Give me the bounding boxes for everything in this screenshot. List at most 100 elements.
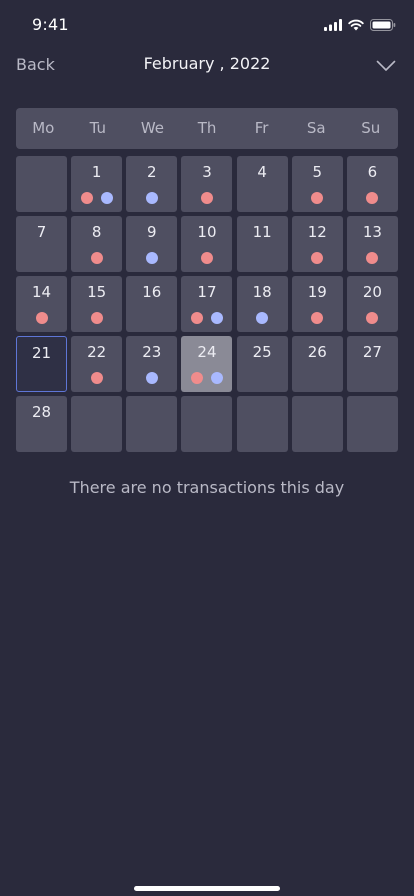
- transaction-indicators: [292, 192, 343, 204]
- calendar-day-21[interactable]: 21: [16, 336, 67, 392]
- transaction-indicators: [237, 312, 288, 324]
- calendar-day-20[interactable]: 20: [346, 276, 398, 332]
- income-dot: [210, 312, 223, 324]
- expense-dot: [200, 252, 213, 264]
- expense-dot: [366, 252, 379, 264]
- income-dot: [100, 192, 113, 204]
- calendar-day-17[interactable]: 17: [181, 276, 233, 332]
- weekday-header: Mo Tu We Th Fr Sa Su: [16, 108, 398, 149]
- calendar-day-12[interactable]: 12: [291, 216, 343, 272]
- calendar-day-28[interactable]: 28: [16, 396, 67, 452]
- calendar-day-25[interactable]: 25: [236, 336, 288, 392]
- battery-icon: [370, 16, 396, 35]
- day-number: 28: [31, 403, 52, 421]
- weekday-label: We: [140, 119, 165, 137]
- calendar-day-empty: [181, 396, 233, 452]
- day-number: 22: [87, 343, 107, 361]
- calendar-day-24[interactable]: 24: [181, 336, 233, 392]
- calendar-day-10[interactable]: 10: [181, 216, 233, 272]
- expense-dot: [311, 192, 324, 204]
- calendar-day-15[interactable]: 15: [71, 276, 123, 332]
- day-number: 9: [147, 223, 157, 241]
- weekday-label: Mo: [32, 119, 55, 137]
- calendar-day-3[interactable]: 3: [181, 156, 233, 212]
- transaction-indicators: [181, 372, 232, 384]
- calendar-day-11[interactable]: 11: [236, 216, 288, 272]
- transaction-indicators: [126, 192, 177, 204]
- transaction-indicators: [292, 312, 343, 324]
- calendar-day-23[interactable]: 23: [126, 336, 178, 392]
- calendar-day-5[interactable]: 5: [291, 156, 343, 212]
- day-number: 16: [142, 283, 162, 301]
- weekday-label: Th: [197, 119, 217, 137]
- calendar-day-4[interactable]: 4: [236, 156, 288, 212]
- calendar-day-empty: [71, 396, 123, 452]
- expense-dot: [200, 192, 213, 204]
- transaction-indicators: [181, 192, 232, 204]
- income-dot: [145, 192, 158, 204]
- calendar-day-18[interactable]: 18: [236, 276, 288, 332]
- day-number: 11: [252, 223, 272, 241]
- transaction-indicators: [347, 252, 398, 264]
- wifi-icon: [348, 16, 364, 35]
- calendar-day-14[interactable]: 14: [16, 276, 67, 332]
- expense-dot: [190, 372, 203, 384]
- calendar-day-16[interactable]: 16: [126, 276, 178, 332]
- income-dot: [145, 252, 158, 264]
- calendar-day-13[interactable]: 13: [346, 216, 398, 272]
- day-number: 25: [252, 343, 272, 361]
- month-title[interactable]: February , 2022: [144, 54, 271, 73]
- calendar-day-2[interactable]: 2: [126, 156, 178, 212]
- expense-dot: [311, 252, 324, 264]
- calendar-day-empty: [236, 396, 288, 452]
- calendar-day-7[interactable]: 7: [16, 216, 67, 272]
- transaction-indicators: [347, 192, 398, 204]
- calendar-day-9[interactable]: 9: [126, 216, 178, 272]
- calendar-day-1[interactable]: 1: [71, 156, 123, 212]
- home-indicator[interactable]: [134, 886, 280, 891]
- weekday-label: Sa: [306, 119, 326, 137]
- back-button[interactable]: Back: [16, 55, 55, 74]
- day-number: 20: [362, 283, 382, 301]
- day-number: 12: [307, 223, 327, 241]
- expense-dot: [190, 312, 203, 324]
- transaction-indicators: [126, 252, 177, 264]
- calendar-day-27[interactable]: 27: [346, 336, 398, 392]
- transaction-indicators: [181, 312, 232, 324]
- day-number: 10: [197, 223, 217, 241]
- income-dot: [256, 312, 269, 324]
- day-number: 1: [91, 163, 102, 181]
- day-number: 19: [307, 283, 327, 301]
- calendar-day-empty: [291, 396, 343, 452]
- calendar-day-19[interactable]: 19: [291, 276, 343, 332]
- income-dot: [210, 372, 223, 384]
- calendar-day-6[interactable]: 6: [346, 156, 398, 212]
- calendar-day-empty: [126, 396, 178, 452]
- day-number: 15: [87, 283, 107, 301]
- transaction-indicators: [71, 312, 122, 324]
- weekday-label: Tu: [89, 119, 107, 137]
- day-number: 27: [362, 343, 382, 361]
- calendar-day-empty: [346, 396, 398, 452]
- expense-dot: [35, 312, 48, 324]
- expense-dot: [80, 192, 93, 204]
- expense-dot: [366, 312, 379, 324]
- calendar-day-8[interactable]: 8: [71, 216, 123, 272]
- calendar-nav: Back February , 2022: [0, 52, 414, 78]
- transaction-indicators: [71, 252, 122, 264]
- day-number: 8: [91, 223, 102, 241]
- empty-state-message: There are no transactions this day: [69, 478, 345, 497]
- calendar-day-22[interactable]: 22: [71, 336, 123, 392]
- day-number: 6: [367, 163, 378, 181]
- expense-dot: [311, 312, 324, 324]
- status-icons: [324, 16, 396, 35]
- day-number: 14: [31, 283, 52, 301]
- transaction-indicators: [71, 192, 122, 204]
- expense-dot: [90, 312, 103, 324]
- calendar-day-empty: [16, 156, 67, 212]
- calendar-day-26[interactable]: 26: [291, 336, 343, 392]
- transaction-indicators: [181, 252, 232, 264]
- chevron-down-icon[interactable]: [376, 57, 396, 76]
- day-number: 18: [252, 283, 272, 301]
- day-number: 2: [147, 163, 157, 181]
